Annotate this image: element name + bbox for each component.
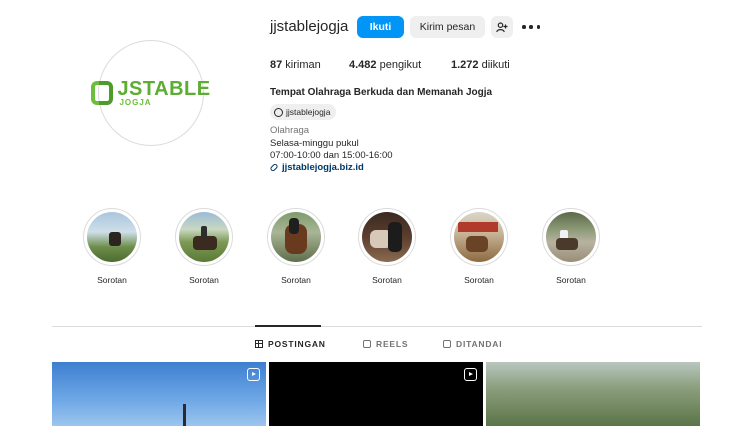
highlight-item[interactable]: Sorotan — [174, 208, 234, 285]
send-message-button[interactable]: Kirim pesan — [410, 16, 485, 38]
bio-hours-line2: 07:00-10:00 dan 15:00-16:00 — [270, 150, 393, 161]
reel-indicator-icon — [464, 368, 477, 381]
highlight-item[interactable]: Sorotan — [449, 208, 509, 285]
threads-icon — [274, 107, 283, 117]
followers-count-stat[interactable]: 4.482 pengikut — [349, 59, 421, 71]
logo-mark-icon — [91, 79, 115, 107]
add-user-button[interactable] — [491, 16, 513, 38]
tagged-icon — [443, 340, 451, 348]
post-tile[interactable] — [269, 362, 483, 426]
highlight-label: Sorotan — [97, 275, 127, 285]
highlight-thumbnail — [271, 212, 321, 262]
tabs-divider — [52, 326, 702, 327]
tab-posts[interactable]: POSTINGAN — [255, 339, 326, 349]
posts-count-stat: 87 kiriman — [270, 59, 321, 71]
logo-sub-text: JOGJA — [119, 98, 152, 107]
jjstable-logo: JSTABLE JOGJA — [91, 79, 210, 107]
more-options-icon[interactable] — [522, 20, 540, 34]
grid-icon — [255, 340, 263, 348]
post-image-detail — [183, 404, 186, 426]
active-tab-indicator — [255, 325, 321, 327]
bio-category: Olahraga — [270, 125, 310, 136]
highlight-label: Sorotan — [372, 275, 402, 285]
reel-indicator-icon — [247, 368, 260, 381]
link-icon — [269, 162, 279, 173]
following-count-stat[interactable]: 1.272 diikuti — [451, 59, 510, 71]
bio-website-link[interactable]: jjstablejogja.biz.id — [269, 162, 364, 173]
tab-reels[interactable]: REELS — [363, 339, 408, 349]
highlight-item[interactable]: Sorotan — [82, 208, 142, 285]
highlight-thumbnail — [87, 212, 137, 262]
highlight-label: Sorotan — [281, 275, 311, 285]
highlight-label: Sorotan — [556, 275, 586, 285]
highlight-label: Sorotan — [189, 275, 219, 285]
reels-icon — [363, 340, 371, 348]
highlight-thumbnail — [454, 212, 504, 262]
logo-main-text: JSTABLE — [117, 78, 211, 100]
tab-tagged[interactable]: DITANDAI — [443, 339, 502, 349]
profile-username: jjstablejogja — [270, 18, 349, 35]
bio-hours-line1: Selasa-minggu pukul — [270, 138, 359, 149]
highlight-thumbnail — [362, 212, 412, 262]
post-tile[interactable] — [486, 362, 700, 426]
highlight-thumbnail — [546, 212, 596, 262]
post-tile[interactable] — [52, 362, 266, 426]
bio-name: Tempat Olahraga Berkuda dan Memanah Jogj… — [270, 87, 493, 98]
follow-button[interactable]: Ikuti — [357, 16, 404, 38]
threads-handle: jjstablejogja — [286, 107, 331, 117]
profile-avatar[interactable]: JSTABLE JOGJA — [91, 40, 210, 146]
highlight-item[interactable]: Sorotan — [541, 208, 601, 285]
add-user-icon — [496, 21, 508, 32]
highlight-item[interactable]: Sorotan — [266, 208, 326, 285]
highlight-item[interactable]: Sorotan — [357, 208, 417, 285]
threads-badge[interactable]: jjstablejogja — [270, 104, 337, 120]
highlight-label: Sorotan — [464, 275, 494, 285]
highlight-thumbnail — [179, 212, 229, 262]
